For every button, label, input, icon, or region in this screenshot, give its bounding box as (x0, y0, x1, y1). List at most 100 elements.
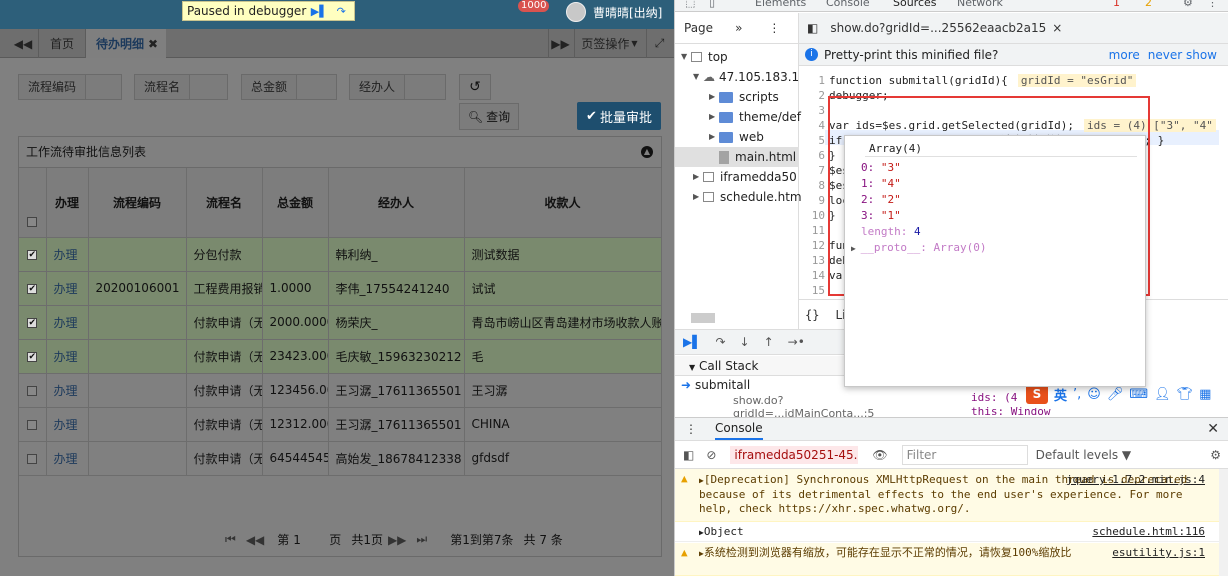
query-button[interactable]: 🔍︎ 查询 (459, 103, 519, 130)
prev-page-icon[interactable]: ◀◀ (246, 533, 264, 547)
notification-badge[interactable]: 1000 (518, 0, 550, 12)
array-item[interactable]: 3: "1" (861, 208, 901, 224)
line-number[interactable]: 11 (799, 223, 825, 238)
checkbox-unchecked[interactable] (27, 453, 38, 464)
line-number[interactable]: 1 (799, 73, 825, 88)
handle-link[interactable]: 办理 (54, 248, 78, 262)
grid-icon[interactable]: ▦ (1199, 387, 1211, 402)
line-number[interactable]: 10 (799, 208, 825, 223)
close-icon[interactable]: ✕ (1207, 421, 1219, 437)
next-page-icon[interactable]: ▶▶ (388, 533, 406, 547)
inspect-icon[interactable]: ⬚ (685, 0, 695, 9)
toggle-navigator-icon[interactable]: ◧ (807, 21, 818, 35)
tab-network[interactable]: Network (957, 0, 1003, 9)
page-ops-menu[interactable]: 页签操作 ▼ (574, 29, 644, 58)
process-name-input[interactable] (190, 75, 227, 99)
handle-link[interactable]: 办理 (54, 316, 78, 330)
row-action-link[interactable]: 办理 (46, 407, 89, 442)
user-icon[interactable]: 👤︎ (1154, 387, 1171, 402)
keyboard-icon[interactable]: ⌨ (1129, 387, 1148, 402)
total-amount-input[interactable] (297, 75, 336, 99)
step-over-icon[interactable]: ↷ (715, 335, 725, 349)
line-number[interactable]: 12 (799, 238, 825, 253)
table-row[interactable]: ✔ 办理 分包付款 韩利纳_ 测试数据 (19, 237, 662, 272)
array-proto[interactable]: ▶ __proto__: Array(0) (851, 240, 986, 256)
resume-icon[interactable]: ▶▌ (310, 3, 328, 19)
line-number[interactable]: 2 (799, 88, 825, 103)
line-number[interactable]: 14 (799, 268, 825, 283)
tree-item-scripts[interactable]: ▶ scripts (709, 87, 779, 107)
row-action-link[interactable]: 办理 (46, 441, 89, 476)
tab-page[interactable]: Page (684, 21, 713, 35)
console-log[interactable]: ▶Object schedule.html:116 (675, 522, 1219, 542)
row-checkbox[interactable] (19, 373, 47, 408)
tree-item-iframe[interactable]: ▶ iframedda50 (693, 167, 797, 187)
line-number[interactable]: 4 (799, 118, 825, 133)
handle-link[interactable]: 办理 (54, 282, 78, 296)
table-row[interactable]: ✔ 办理 付款申请（无 23423.000 毛庆敏_15963230212 毛 (19, 339, 662, 374)
user-name[interactable]: 曹晴晴[出纳] (593, 4, 662, 21)
row-checkbox[interactable] (19, 407, 47, 442)
tree-item-host[interactable]: ▼ ☁ 47.105.183.1 (693, 67, 799, 87)
skin-icon[interactable]: 👕︎ (1177, 387, 1194, 402)
console-warning[interactable]: ▲ ▶系统检测到浏览器有缩放，可能存在显示不正常的情况，请恢复100%缩放比 e… (675, 543, 1219, 576)
step-out-icon[interactable]: ↑ (764, 335, 774, 349)
tree-item-web[interactable]: ▶ web (709, 127, 764, 147)
row-checkbox[interactable] (19, 441, 47, 476)
checkbox-checked[interactable]: ✔ (27, 283, 38, 294)
never-show-link[interactable]: never show (1148, 48, 1217, 62)
warn-count[interactable]: 2 (1145, 0, 1152, 9)
row-checkbox[interactable]: ✔ (19, 339, 47, 374)
more-icon[interactable]: ⋮ (1207, 0, 1218, 9)
tree-item-top[interactable]: ▼ top (681, 47, 728, 67)
step-over-icon[interactable]: ↷ (332, 3, 350, 19)
context-selector[interactable]: iframedda50251-45... ▼ (730, 445, 859, 464)
sogou-logo-icon[interactable]: S (1026, 384, 1048, 404)
device-icon[interactable]: ▯ (709, 0, 715, 9)
row-action-link[interactable]: 办理 (46, 237, 89, 272)
table-row[interactable]: 办理 付款申请（无 123456.00 王习潺_17611365501 王习潺 (19, 373, 662, 408)
checkbox-checked[interactable]: ✔ (27, 317, 38, 328)
clear-console-icon[interactable]: ⊘ (706, 448, 716, 462)
tree-item-theme[interactable]: ▶ theme/def (709, 107, 801, 127)
checkbox-checked[interactable]: ✔ (27, 249, 38, 260)
process-code-input[interactable] (86, 75, 121, 99)
handle-link[interactable]: 办理 (54, 418, 78, 432)
braces-icon[interactable]: {} (805, 308, 819, 322)
avatar[interactable] (566, 2, 586, 22)
line-number[interactable]: 5 (799, 133, 825, 148)
checkbox-unchecked[interactable] (27, 419, 38, 430)
tab-scroll-left-icon[interactable]: ◀◀ (10, 29, 36, 58)
row-checkbox[interactable]: ✔ (19, 271, 47, 306)
settings-icon[interactable]: ⚙ (1183, 0, 1193, 9)
pretty-more-link[interactable]: more (1109, 48, 1140, 62)
error-count[interactable]: 1 (1113, 0, 1120, 9)
array-item[interactable]: 1: "4" (861, 176, 901, 192)
page-input[interactable]: 1 (293, 533, 329, 547)
line-number[interactable]: 7 (799, 163, 825, 178)
emoji-icon[interactable]: ☺ (1087, 387, 1101, 402)
step-icon[interactable]: →• (788, 335, 805, 349)
reset-button[interactable]: ↺ (459, 74, 491, 100)
row-action-link[interactable]: 办理 (46, 339, 89, 374)
tab-active[interactable]: 待办明细 ✖ (86, 29, 166, 58)
step-into-icon[interactable]: ↓ (740, 335, 750, 349)
checkbox-checked[interactable]: ✔ (27, 351, 38, 362)
log-levels-select[interactable]: Default levels ▼ (1036, 448, 1132, 462)
handle-link[interactable]: 办理 (54, 384, 78, 398)
checkbox-unchecked[interactable] (27, 385, 38, 396)
line-number[interactable]: 13 (799, 253, 825, 268)
sidebar-toggle-icon[interactable]: ◧ (683, 448, 694, 462)
tab-elements[interactable]: Elements (755, 0, 806, 9)
array-item[interactable]: 0: "3" (861, 160, 901, 176)
menu-icon[interactable]: ⋮ (768, 21, 780, 35)
first-page-icon[interactable]: ⏮ (225, 532, 236, 547)
file-tab[interactable]: show.do?gridId=...25562eaacb2a15 (830, 21, 1046, 35)
row-action-link[interactable]: 办理 (46, 305, 89, 340)
resume-icon[interactable]: ▶▌ (683, 335, 701, 349)
collapse-icon[interactable]: ▲ (641, 146, 653, 158)
handle-link[interactable]: 办理 (54, 452, 78, 466)
line-number[interactable]: 6 (799, 148, 825, 163)
call-frame[interactable]: ➜ submitall show.do?gridId=...idMainCont… (675, 376, 874, 420)
table-row[interactable]: 办理 付款申请（无645445454高始发_18678412338gfdsdf (19, 441, 662, 476)
